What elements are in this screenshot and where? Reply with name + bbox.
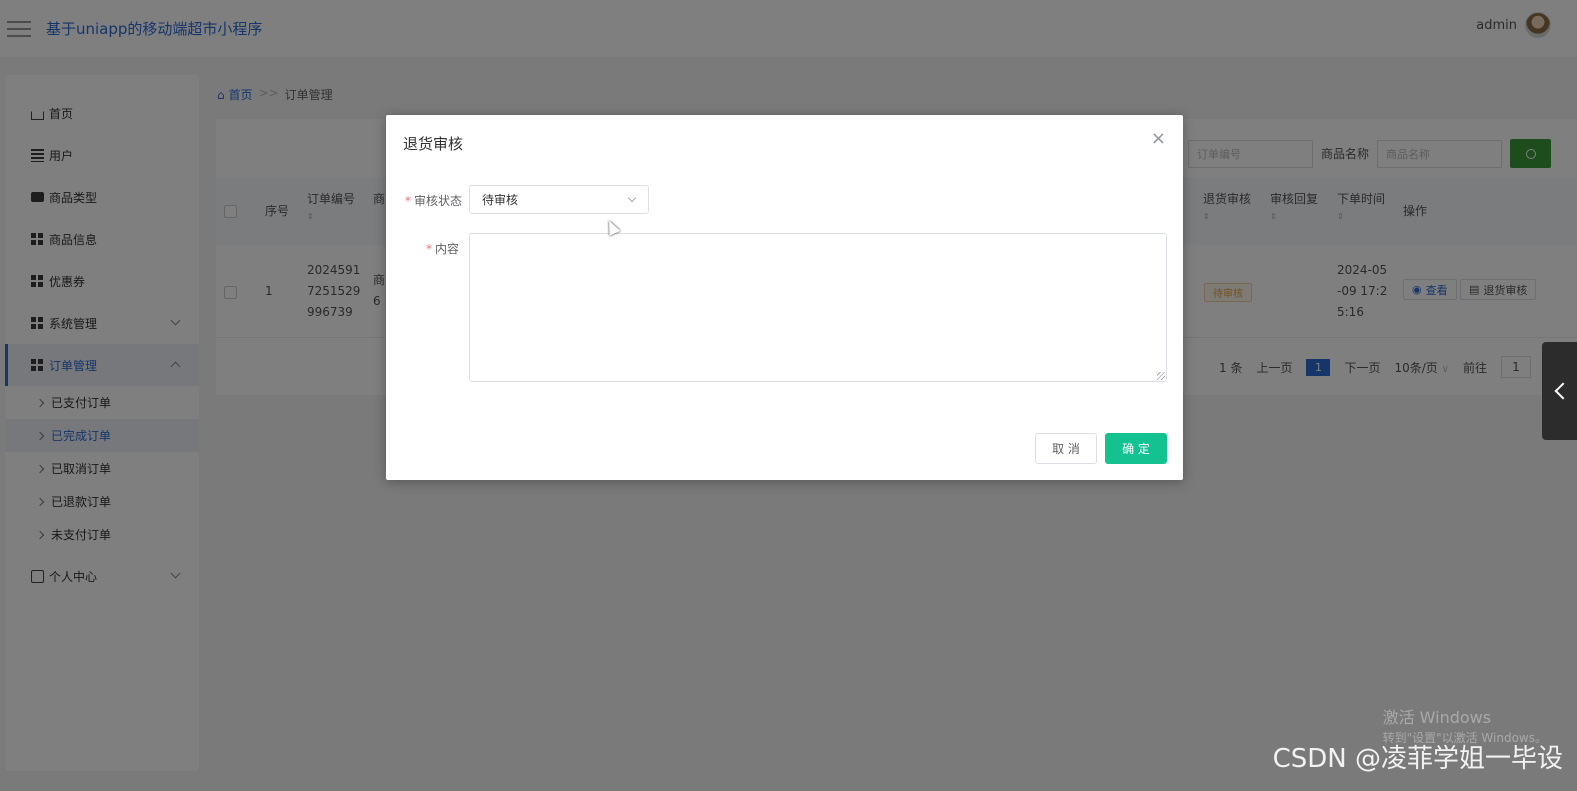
content-textarea[interactable]: [469, 233, 1167, 382]
return-review-dialog: 退货审核 × * 审核状态 待审核 * 内容 取 消 确 定: [386, 115, 1183, 480]
content-label-text: 内容: [434, 242, 459, 256]
review-status-select[interactable]: 待审核: [469, 185, 649, 214]
dialog-title: 退货审核: [403, 135, 464, 153]
status-field-label: * 审核状态: [392, 192, 462, 209]
required-mark: *: [425, 242, 432, 256]
resize-handle-icon[interactable]: [1157, 372, 1165, 380]
chevron-left-icon: [1554, 382, 1571, 400]
csdn-watermark: CSDN @凌菲学姐一毕设: [1272, 744, 1563, 774]
side-panel-toggle[interactable]: [1542, 342, 1577, 440]
required-mark: *: [404, 194, 411, 208]
status-label-text: 审核状态: [413, 194, 462, 208]
confirm-button[interactable]: 确 定: [1105, 433, 1167, 464]
close-icon[interactable]: ×: [1151, 130, 1166, 148]
content-field-label: * 内容: [389, 240, 459, 257]
chevron-down-icon: [627, 193, 637, 203]
watermark-line: 激活 Windows: [1382, 708, 1492, 727]
review-status-value: 待审核: [482, 193, 519, 207]
cancel-button[interactable]: 取 消: [1035, 433, 1097, 464]
